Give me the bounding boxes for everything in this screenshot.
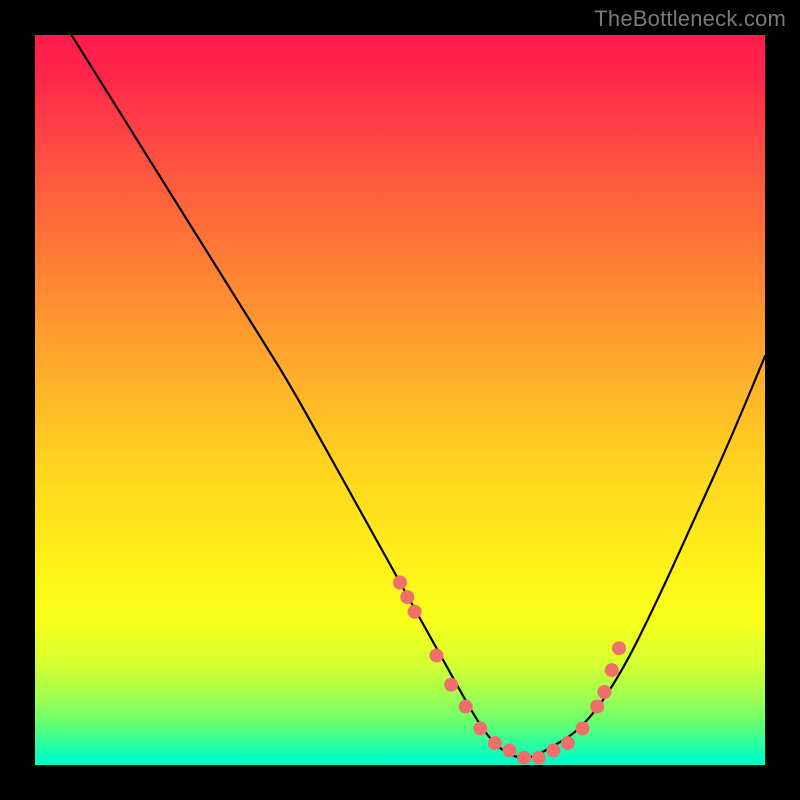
- marker-point: [576, 722, 590, 736]
- marker-point: [393, 576, 407, 590]
- highlight-markers: [393, 576, 626, 765]
- chart-svg: [35, 35, 765, 765]
- watermark-text: TheBottleneck.com: [594, 6, 786, 32]
- marker-point: [532, 751, 546, 765]
- marker-point: [517, 751, 531, 765]
- plot-area: [35, 35, 765, 765]
- marker-point: [605, 663, 619, 677]
- marker-point: [561, 736, 575, 750]
- chart-frame: TheBottleneck.com: [0, 0, 800, 800]
- bottleneck-curve: [72, 35, 766, 758]
- marker-point: [590, 700, 604, 714]
- marker-point: [503, 743, 517, 757]
- marker-point: [400, 590, 414, 604]
- marker-point: [612, 641, 626, 655]
- marker-point: [597, 685, 611, 699]
- marker-point: [459, 700, 473, 714]
- marker-point: [430, 649, 444, 663]
- marker-point: [408, 605, 422, 619]
- marker-point: [444, 678, 458, 692]
- marker-point: [488, 736, 502, 750]
- marker-point: [473, 722, 487, 736]
- marker-point: [546, 743, 560, 757]
